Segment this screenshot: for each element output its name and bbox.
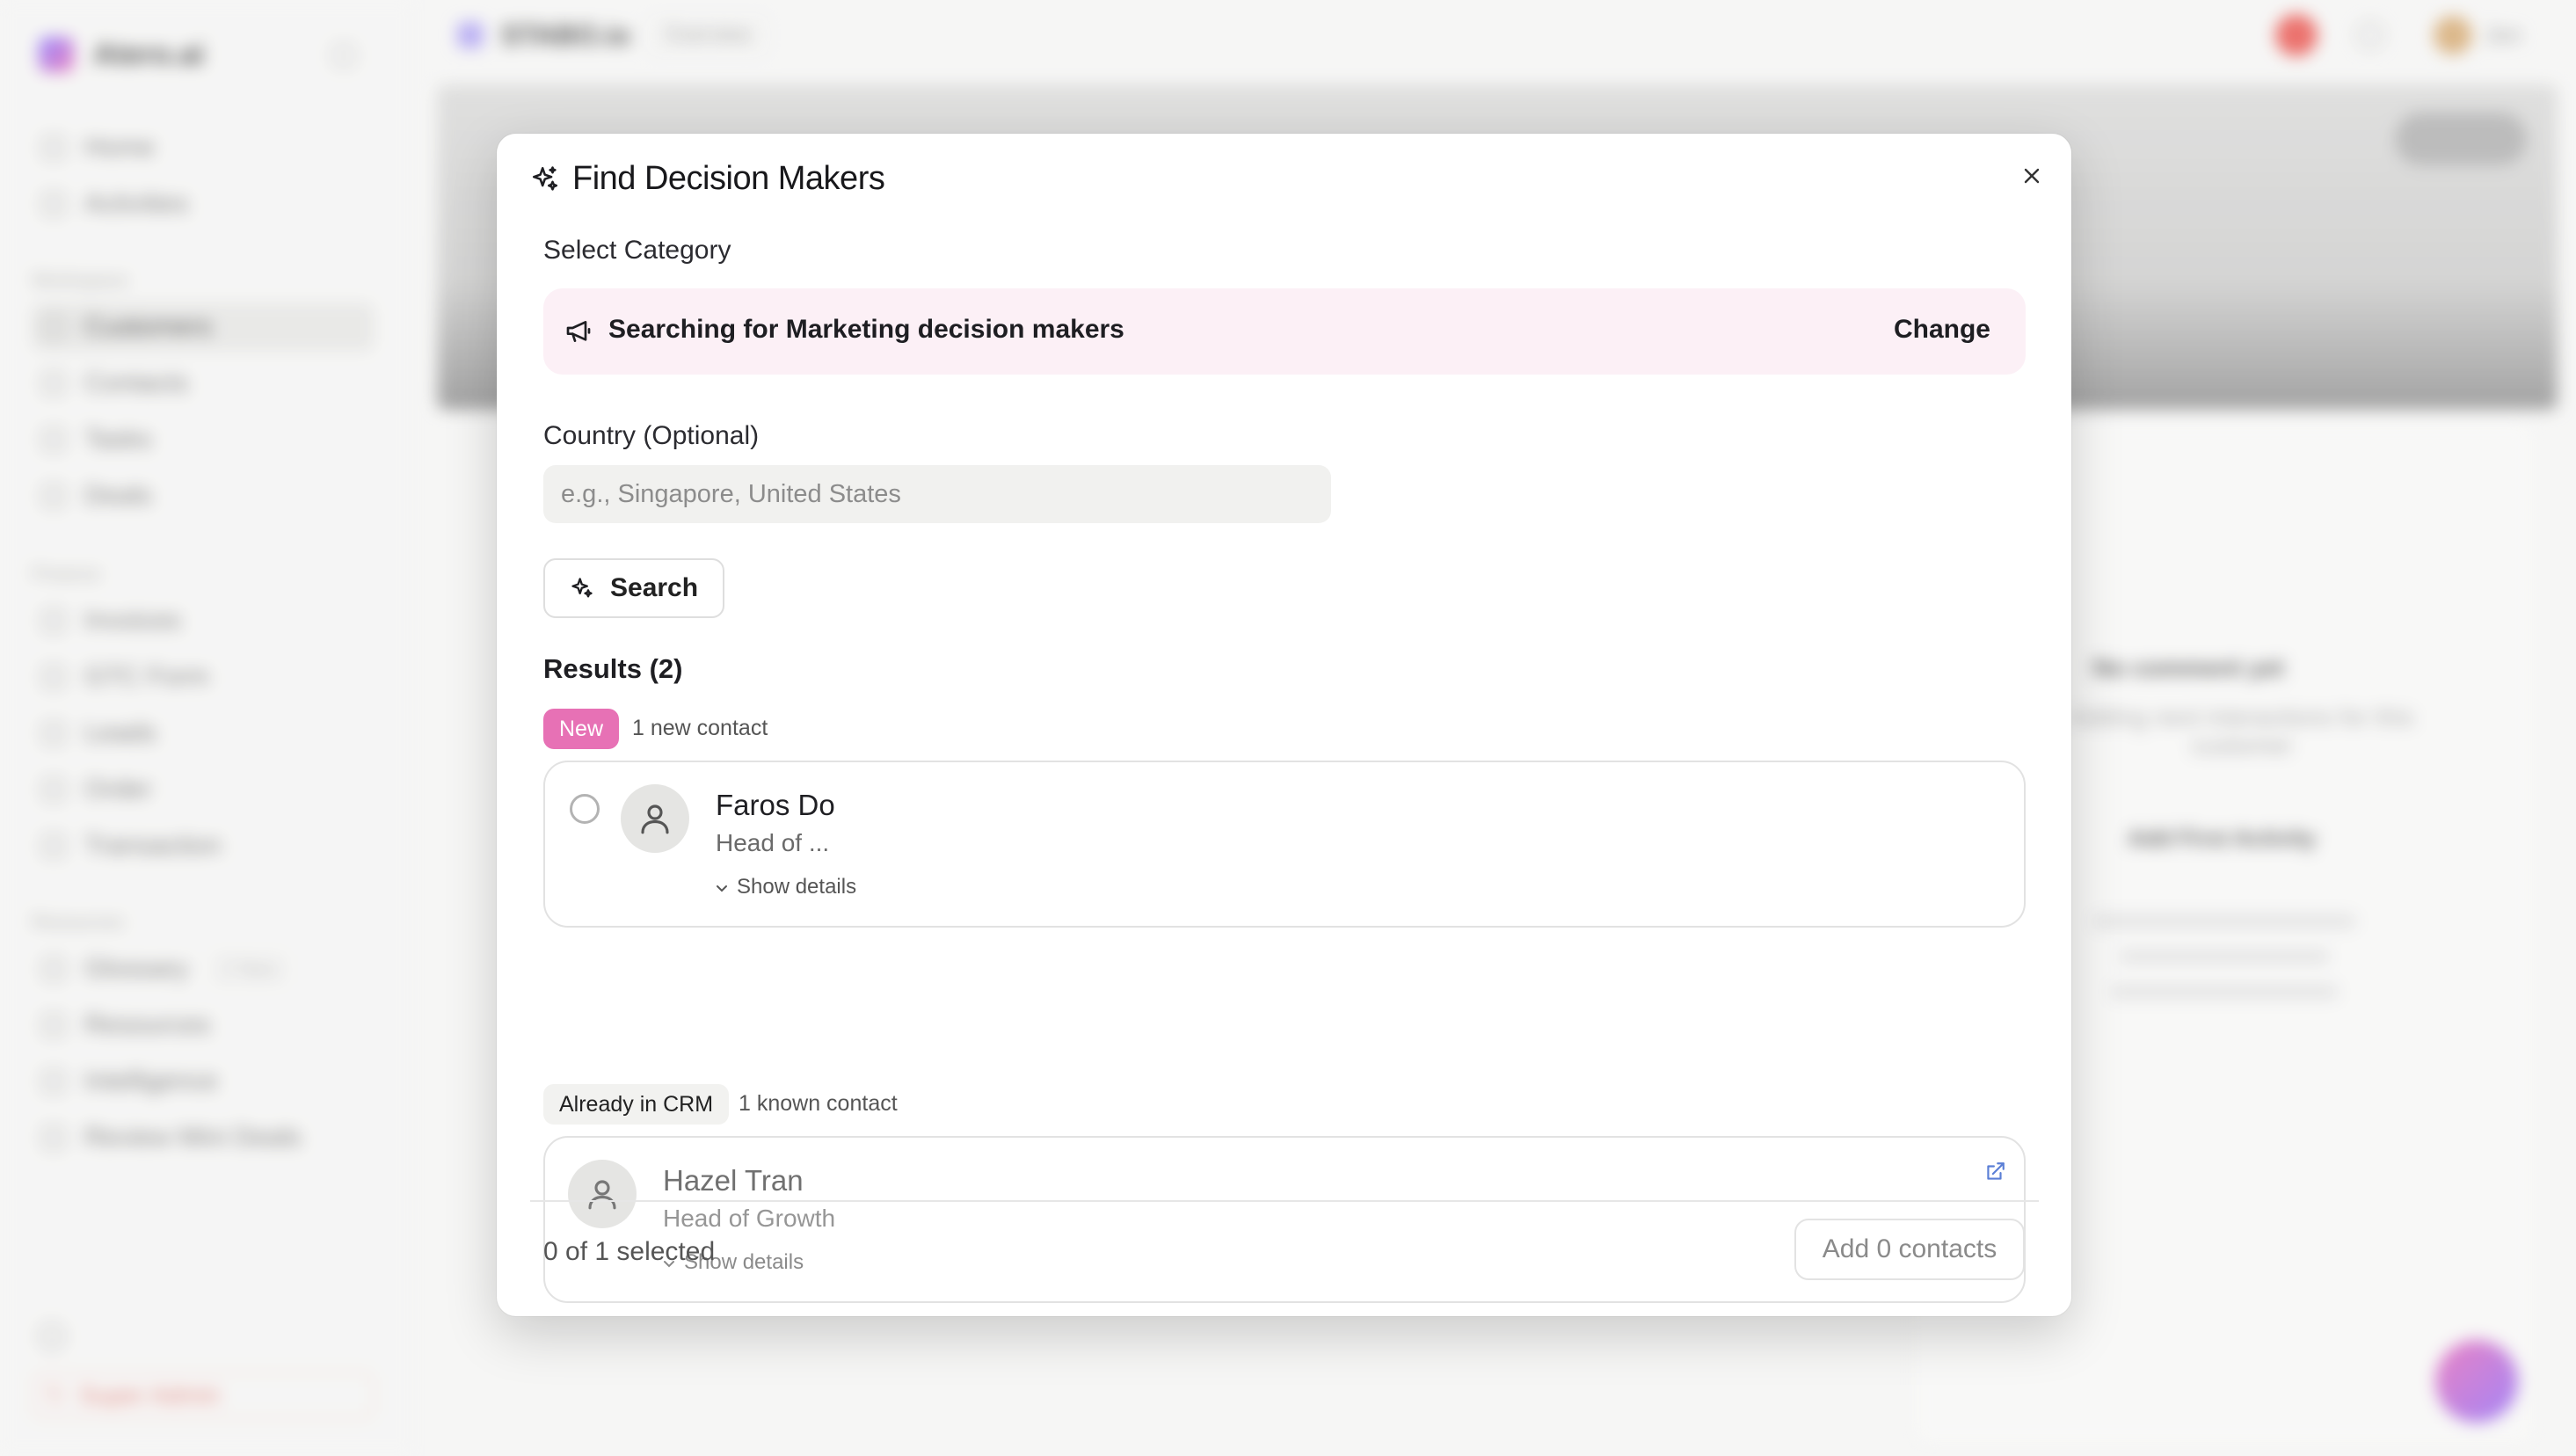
- contact-name: Faros Do: [716, 789, 835, 821]
- external-link-icon[interactable]: [1983, 1161, 2006, 1188]
- contact-role: Head of Growth: [663, 1205, 836, 1232]
- close-button[interactable]: [2016, 160, 2048, 192]
- sparkles-icon: [571, 578, 593, 598]
- search-label: Search: [610, 573, 699, 602]
- chevron-down-icon: [716, 875, 728, 899]
- megaphone-icon: [566, 321, 591, 342]
- close-icon: [2024, 168, 2040, 184]
- selected-count: 0 of 1 selected: [543, 1237, 716, 1266]
- find-decision-makers-modal: Find Decision Makers Select Category Sea…: [497, 134, 2071, 1316]
- show-details-toggle[interactable]: Show details: [716, 875, 856, 899]
- footer-divider: [530, 1200, 2039, 1202]
- contact-name: Hazel Tran: [663, 1164, 804, 1197]
- contact-select-radio[interactable]: [570, 794, 600, 824]
- results-heading: Results (2): [543, 653, 683, 684]
- search-button[interactable]: Search: [543, 558, 724, 618]
- new-contacts-count: 1 new contact: [632, 716, 768, 740]
- country-input[interactable]: [543, 465, 1331, 523]
- contact-card-new[interactable]: Faros Do Head of ... Show details: [543, 761, 2026, 928]
- country-label: Country (Optional): [543, 421, 760, 450]
- contact-role: Head of ...: [716, 829, 830, 856]
- modal-title: Find Decision Makers: [572, 160, 885, 197]
- change-category-button[interactable]: Change: [1894, 315, 1990, 345]
- user-icon: [641, 804, 669, 834]
- user-icon: [588, 1180, 616, 1210]
- select-category-label: Select Category: [543, 236, 731, 265]
- show-details-label: Show details: [737, 875, 857, 899]
- sparkles-icon: [532, 165, 558, 191]
- add-contacts-button[interactable]: Add 0 contacts: [1794, 1219, 2025, 1280]
- modal-header: Find Decision Makers: [530, 160, 885, 198]
- avatar: [621, 784, 689, 853]
- avatar: [568, 1160, 637, 1228]
- category-selector: Searching for Marketing decision makers …: [543, 288, 2026, 375]
- already-in-crm-badge: Already in CRM: [543, 1084, 730, 1125]
- known-contacts-count: 1 known contact: [739, 1091, 898, 1116]
- new-badge: New: [543, 709, 620, 749]
- category-text: Searching for Marketing decision makers: [608, 315, 1124, 344]
